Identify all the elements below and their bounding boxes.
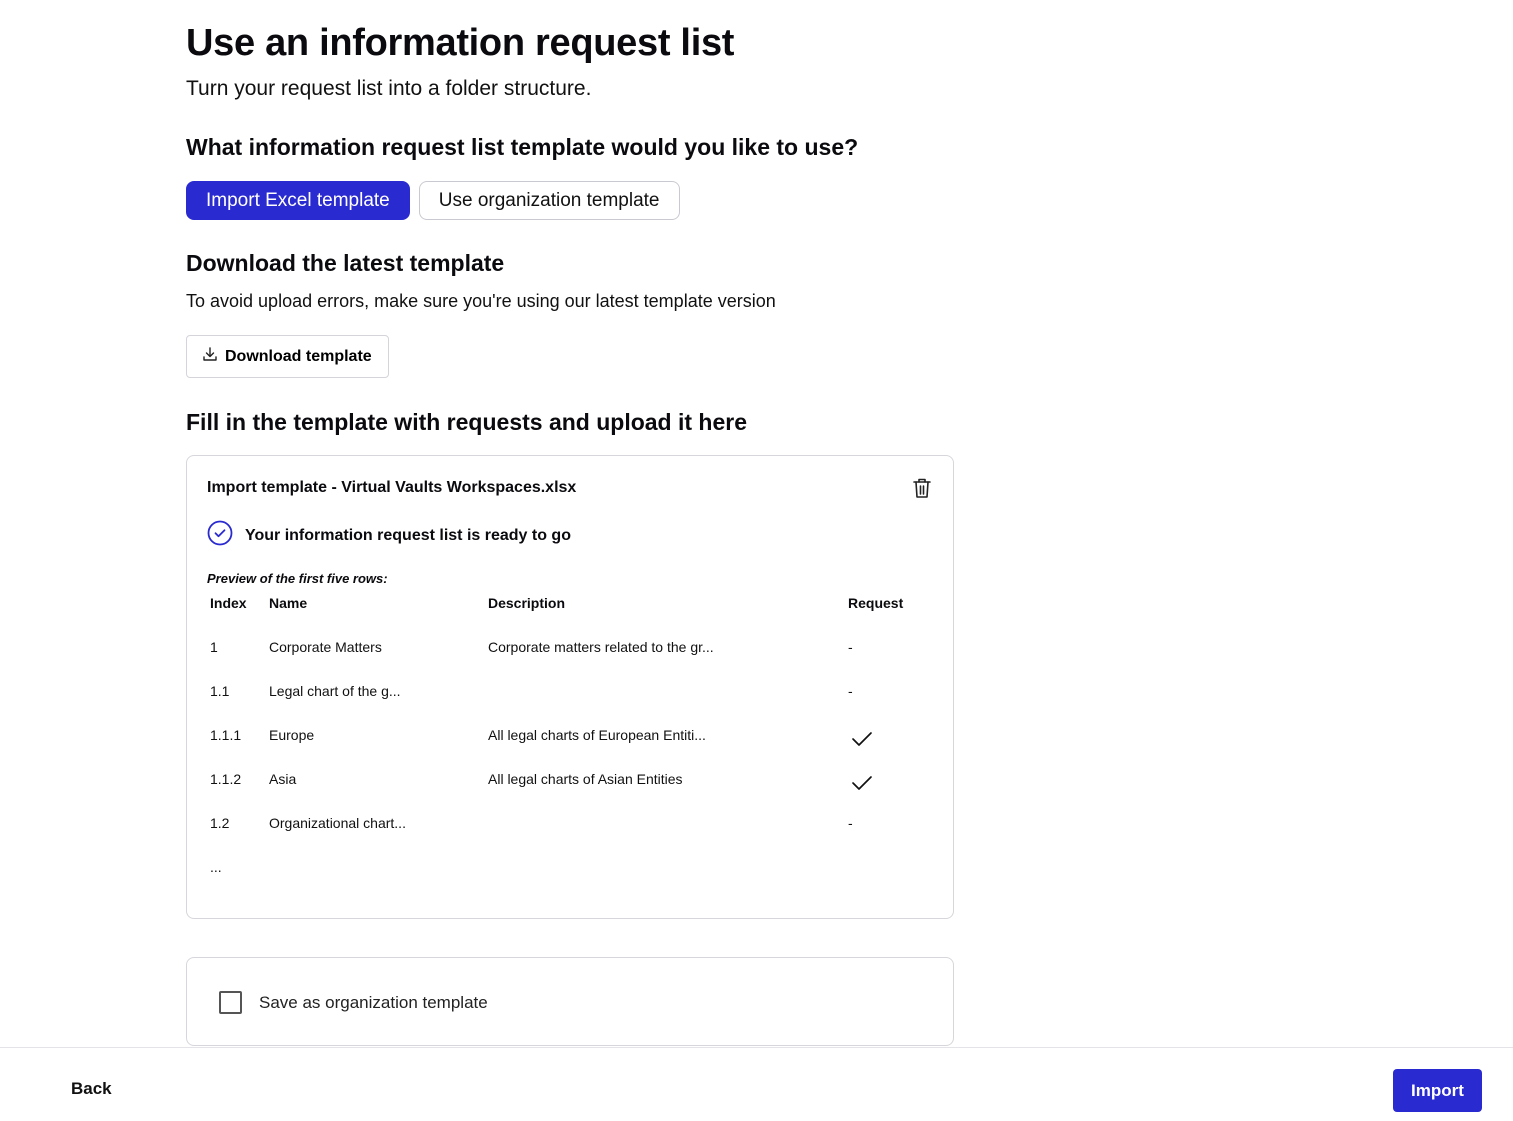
table-row-request: - bbox=[848, 683, 853, 699]
use-organization-template-button[interactable]: Use organization template bbox=[418, 181, 680, 220]
upload-heading: Fill in the template with requests and u… bbox=[186, 409, 748, 435]
trash-icon[interactable] bbox=[911, 476, 933, 500]
more-rows-ellipsis: ... bbox=[210, 859, 222, 875]
template-question: What information request list template w… bbox=[186, 134, 859, 160]
back-button[interactable]: Back bbox=[71, 1079, 112, 1099]
import-button[interactable]: Import bbox=[1393, 1069, 1482, 1112]
footer-bar: Back Import bbox=[0, 1047, 1513, 1121]
save-template-card: Save as organization template bbox=[186, 957, 954, 1046]
table-row-index: 1.1.1 bbox=[210, 727, 242, 743]
table-row-index: 1.1.2 bbox=[210, 771, 242, 787]
table-row-name: Europe bbox=[269, 727, 315, 743]
download-template-button[interactable]: Download template bbox=[186, 335, 389, 378]
column-header-request: Request bbox=[848, 595, 904, 611]
download-heading: Download the latest template bbox=[186, 250, 505, 276]
download-button-label: Download template bbox=[225, 347, 372, 365]
table-row-description: Corporate matters related to the gr... bbox=[488, 639, 714, 655]
ready-status-text: Your information request list is ready t… bbox=[245, 526, 571, 544]
save-as-organization-template-option[interactable]: Save as organization template bbox=[219, 991, 488, 1014]
download-icon bbox=[202, 346, 218, 367]
download-description: To avoid upload errors, make sure you're… bbox=[186, 291, 776, 311]
file-name: Import template - Virtual Vaults Workspa… bbox=[207, 479, 577, 496]
table-row-name: Organizational chart... bbox=[269, 815, 406, 831]
table-row-request: - bbox=[848, 815, 853, 831]
table-row-index: 1.2 bbox=[210, 815, 230, 831]
page-title: Use an information request list bbox=[186, 22, 735, 64]
checkmark-icon bbox=[851, 774, 873, 792]
table-row-description: All legal charts of European Entiti... bbox=[488, 727, 706, 743]
checkmark-icon bbox=[851, 730, 873, 748]
table-row-request: - bbox=[848, 639, 853, 655]
table-row-name: Asia bbox=[269, 771, 297, 787]
save-template-label: Save as organization template bbox=[259, 992, 488, 1012]
template-toggle-group: Import Excel template Use organization t… bbox=[186, 181, 680, 220]
table-row-description: All legal charts of Asian Entities bbox=[488, 771, 683, 787]
save-template-checkbox[interactable] bbox=[219, 991, 242, 1014]
column-header-index: Index bbox=[210, 595, 247, 611]
check-circle-icon bbox=[207, 520, 233, 551]
uploaded-file-card: Import template - Virtual Vaults Workspa… bbox=[186, 455, 954, 919]
table-row-name: Corporate Matters bbox=[269, 639, 382, 655]
table-row-index: 1 bbox=[210, 639, 218, 655]
table-row-name: Legal chart of the g... bbox=[269, 683, 401, 699]
preview-label: Preview of the first five rows: bbox=[207, 571, 388, 586]
column-header-name: Name bbox=[269, 595, 308, 611]
table-row-index: 1.1 bbox=[210, 683, 230, 699]
page-subtitle: Turn your request list into a folder str… bbox=[186, 77, 592, 100]
import-excel-template-button[interactable]: Import Excel template bbox=[186, 181, 410, 220]
column-header-description: Description bbox=[488, 595, 566, 611]
ready-status: Your information request list is ready t… bbox=[207, 520, 571, 551]
page: Use an information request list Turn you… bbox=[0, 0, 1513, 1121]
